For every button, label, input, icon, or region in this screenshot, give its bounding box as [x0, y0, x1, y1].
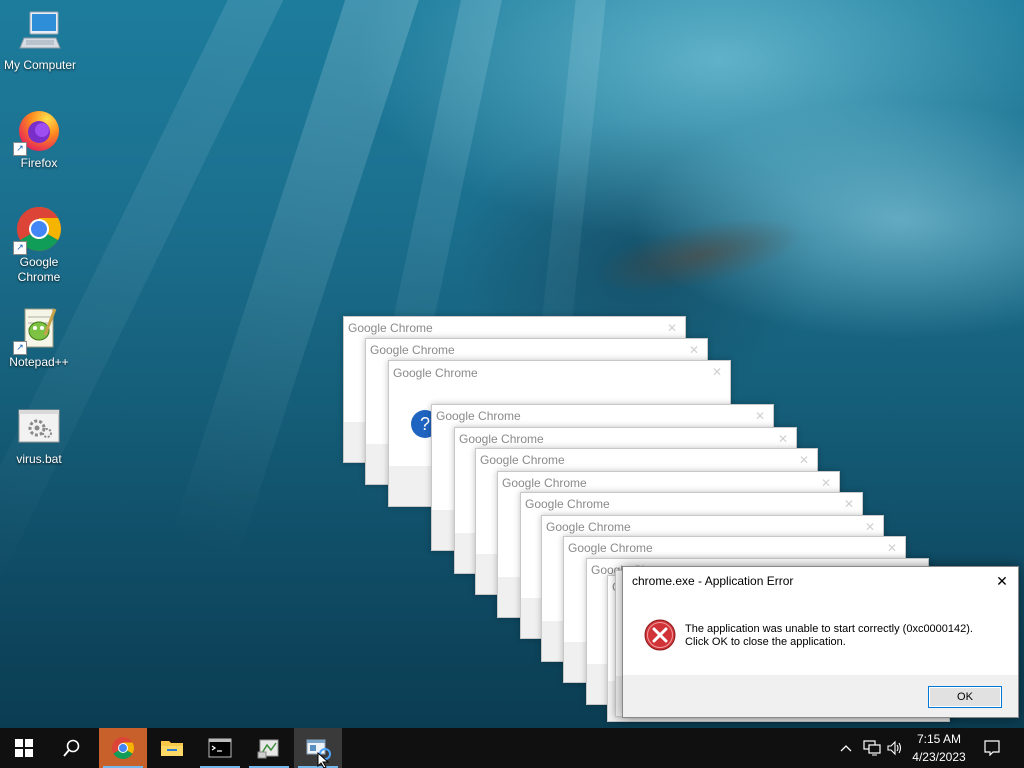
taskbar-file-explorer-button[interactable]	[148, 728, 196, 768]
clock-date: 4/23/2023	[912, 750, 966, 764]
dialog-body: The application was unable to start corr…	[623, 595, 1018, 673]
dialog-title: Google Chrome	[393, 366, 478, 380]
start-button[interactable]	[0, 728, 48, 768]
dialog-title: Google Chrome	[525, 497, 610, 511]
network-icon	[863, 740, 881, 756]
show-hidden-icons-button[interactable]	[836, 728, 856, 768]
dialog-title: Google Chrome	[546, 520, 631, 534]
desktop-icon-label: Notepad++	[9, 355, 69, 369]
close-icon[interactable]: ✕	[755, 405, 765, 427]
error-icon	[644, 619, 676, 651]
shortcut-arrow-icon: ↗	[13, 341, 27, 355]
taskbar: 7:15 AM 4/23/2023	[0, 728, 1024, 768]
system-clock[interactable]: 7:15 AM 4/23/2023	[906, 730, 972, 766]
close-icon[interactable]: ✕	[887, 537, 897, 559]
close-icon[interactable]: ✕	[778, 428, 788, 450]
dialog-title: Google Chrome	[370, 343, 455, 357]
chevron-up-icon	[840, 745, 852, 752]
chrome-icon	[112, 737, 134, 759]
close-icon[interactable]: ✕	[712, 361, 722, 383]
search-icon	[63, 739, 80, 757]
dialog-title: chrome.exe - Application Error	[632, 574, 794, 588]
volume-button[interactable]	[884, 728, 906, 768]
close-icon[interactable]: ✕	[667, 317, 677, 339]
search-button[interactable]	[48, 728, 96, 768]
close-icon[interactable]: ✕	[821, 472, 831, 494]
error-message-line: Click OK to close the application.	[685, 636, 846, 648]
desktop-icon-label: Google Chrome	[17, 255, 61, 284]
error-message-line: The application was unable to start corr…	[685, 623, 973, 635]
close-icon[interactable]: ✕	[689, 339, 699, 361]
shortcut-arrow-icon: ↗	[13, 142, 27, 156]
dialog-footer: OK	[623, 675, 1018, 717]
taskbar-chrome-button[interactable]	[99, 728, 147, 768]
action-center-button[interactable]	[978, 728, 1006, 768]
terminal-icon	[208, 738, 232, 758]
desktop-icon-notepadpp[interactable]: ↗ Notepad++	[0, 305, 79, 370]
desktop-icon-label: virus.bat	[16, 452, 62, 466]
dialog-title: Google Chrome	[480, 453, 565, 467]
chrome-icon: ↗	[13, 205, 63, 255]
clock-time: 7:15 AM	[916, 732, 962, 746]
taskbar-app-button[interactable]	[245, 728, 293, 768]
taskbar-terminal-button[interactable]	[196, 728, 244, 768]
desktop-icon-google-chrome[interactable]: ↗ Google Chrome	[0, 205, 79, 285]
start-icon	[15, 739, 33, 757]
mouse-cursor-icon	[317, 752, 329, 768]
desktop-icon-label: My Computer	[3, 58, 77, 72]
ok-button[interactable]: OK	[928, 686, 1002, 708]
firefox-icon: ↗	[13, 106, 63, 156]
computer-icon	[16, 8, 64, 56]
volume-icon	[887, 740, 902, 756]
dialog-title: Google Chrome	[568, 541, 653, 555]
close-button[interactable]: ✕	[986, 567, 1018, 595]
notepadpp-icon: ↗	[13, 305, 63, 355]
shortcut-arrow-icon: ↗	[13, 241, 27, 255]
network-button[interactable]	[860, 728, 884, 768]
close-icon[interactable]: ✕	[865, 516, 875, 538]
app-icon	[257, 739, 279, 759]
dialog-title: Google Chrome	[502, 476, 587, 490]
close-icon[interactable]: ✕	[799, 449, 809, 471]
wallpaper-diver	[551, 172, 849, 338]
error-message: The application was unable to start corr…	[685, 623, 973, 649]
desktop-icon-label: Firefox	[20, 156, 58, 170]
notification-icon	[984, 740, 1000, 756]
close-icon[interactable]: ✕	[844, 493, 854, 515]
dialog-title: Google Chrome	[459, 432, 544, 446]
batch-file-icon	[15, 402, 63, 450]
dialog-title: Google Chrome	[348, 321, 433, 335]
application-error-dialog[interactable]: chrome.exe - Application Error ✕ The app…	[622, 566, 1019, 718]
svg-text:?: ?	[420, 414, 430, 434]
desktop-icon-virus-bat[interactable]: virus.bat	[0, 402, 79, 467]
desktop-icon-firefox[interactable]: ↗ Firefox	[0, 106, 79, 171]
desktop-icon-my-computer[interactable]: My Computer	[0, 8, 80, 73]
close-icon: ✕	[996, 573, 1008, 589]
file-explorer-icon	[161, 741, 183, 756]
dialog-title: Google Chrome	[436, 409, 521, 423]
